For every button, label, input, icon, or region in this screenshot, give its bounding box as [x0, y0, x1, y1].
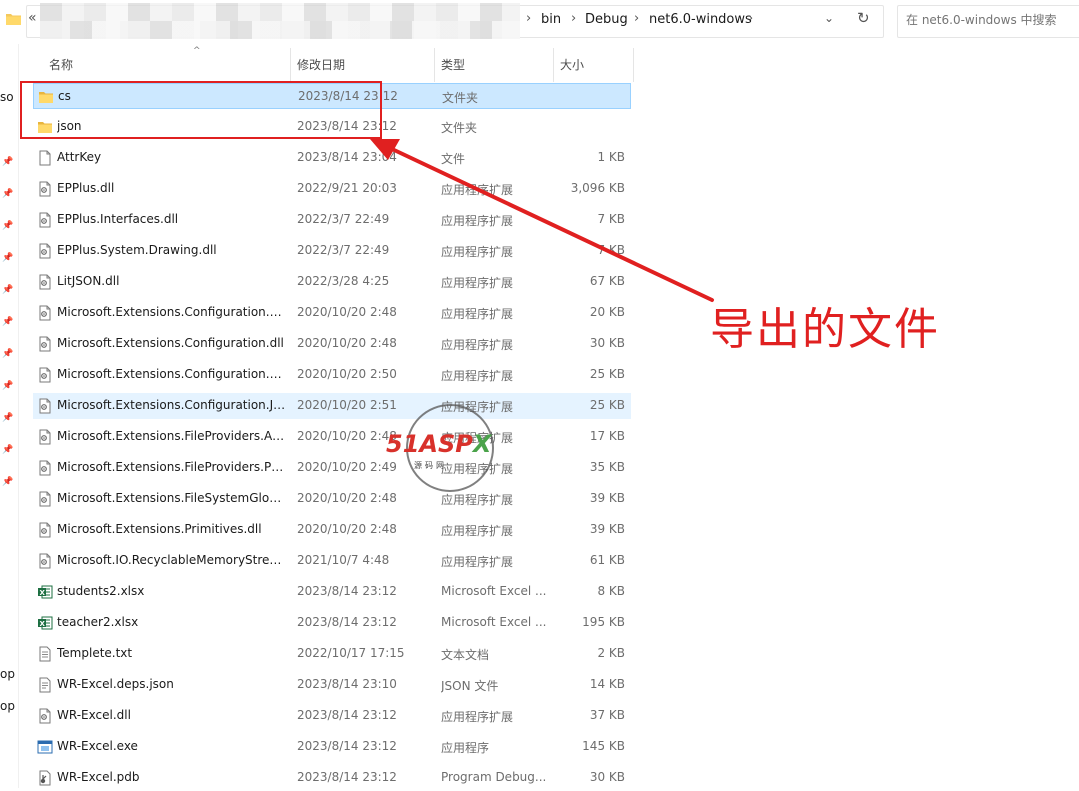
watermark-text: 51ASPX [386, 430, 492, 458]
watermark-subtext: 源码网 [414, 461, 447, 470]
annotation-arrow [370, 139, 714, 302]
watermark-logo: 51ASPX 源码网 [386, 404, 516, 496]
annotation-label: 导出的文件 [710, 304, 940, 355]
